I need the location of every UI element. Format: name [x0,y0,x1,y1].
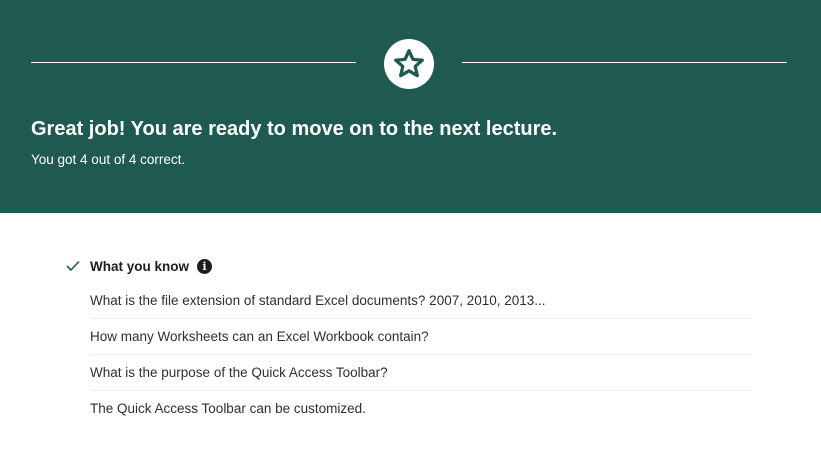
list-item: How many Worksheets can an Excel Workboo… [90,319,752,355]
divider-right [462,62,787,63]
list-item: What is the purpose of the Quick Access … [90,355,752,391]
star-badge [384,39,434,89]
what-you-know-header: What you know i [66,257,212,275]
result-headline: Great job! You are ready to move on to t… [31,118,558,140]
info-icon[interactable]: i [197,258,212,274]
score-text: You got 4 out of 4 correct. [31,152,186,167]
list-item: The Quick Access Toolbar can be customiz… [90,401,366,416]
known-questions-list: What is the file extension of standard E… [90,283,752,427]
list-item: What is the file extension of standard E… [90,283,752,319]
divider-left [31,62,356,63]
result-banner: Great job! You are ready to move on to t… [0,0,821,213]
check-icon [66,261,80,271]
what-you-know-title: What you know [90,258,189,274]
star-icon [394,49,424,78]
